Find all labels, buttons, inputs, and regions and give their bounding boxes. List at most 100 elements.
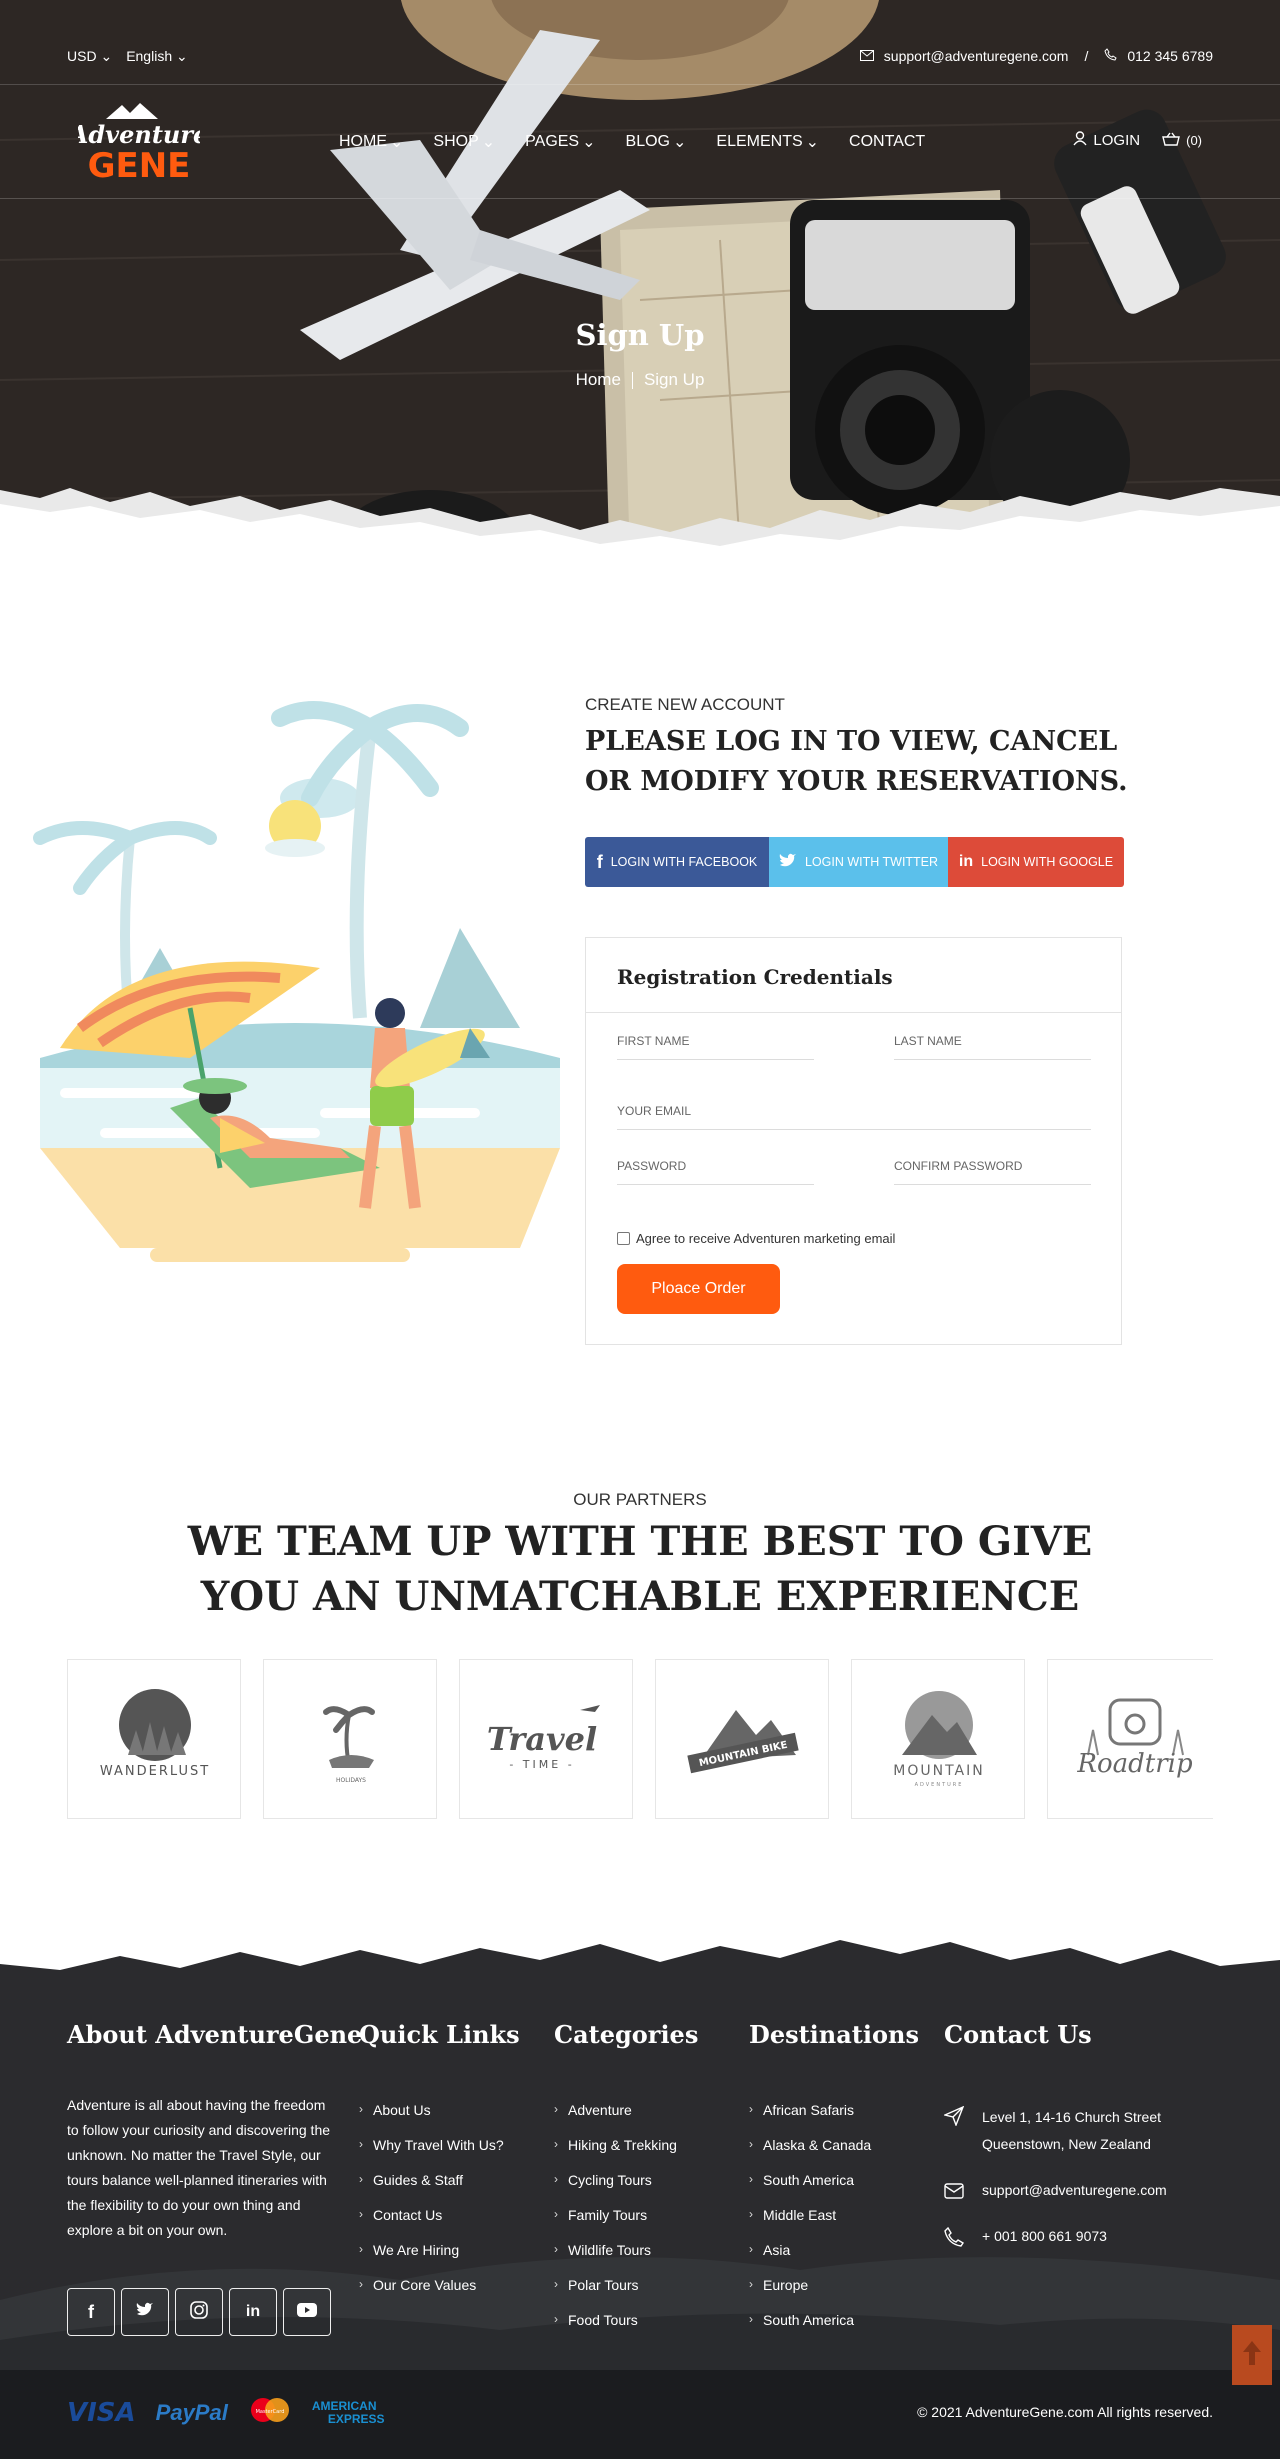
torn-paper-edge [0,488,1280,600]
paypal-logo: PayPal [155,2399,228,2425]
partner-logo-mountain-bike[interactable]: MOUNTAIN BIKE [655,1659,829,1819]
chevron-right-icon: › [554,2172,558,2186]
page-title: Sign Up [575,318,705,352]
partner-logo-holidays[interactable]: HOLIDAYS [263,1659,437,1819]
login-link[interactable]: LOGIN [1073,131,1140,150]
chevron-right-icon: › [359,2172,363,2186]
password-field[interactable]: PASSWORD [617,1151,814,1185]
confirm-password-field[interactable]: CONFIRM PASSWORD [894,1151,1091,1185]
chevron-right-icon: › [749,2172,753,2186]
nav-elements[interactable]: ELEMENTS ⌄ [716,132,819,152]
footer-link[interactable]: › Contact Us [359,2207,504,2242]
chevron-right-icon: › [359,2137,363,2151]
chevron-right-icon: › [359,2242,363,2256]
footer-link[interactable]: › Europe [749,2277,871,2312]
chevron-right-icon: › [554,2102,558,2116]
footer-link[interactable]: › South America [749,2172,871,2207]
partner-logo-roadtrip[interactable]: Roadtrip [1047,1659,1213,1819]
roadtrip-text: Roadtrip [1076,1749,1193,1779]
chevron-right-icon: › [554,2137,558,2151]
topbar-phone-link[interactable]: 012 345 6789 [1127,48,1213,64]
agree-label: Agree to receive Adventuren marketing em… [636,1231,896,1246]
topbar-email-link[interactable]: support@adventuregene.com [884,48,1069,64]
site-logo[interactable]: Adventure GENE [68,101,208,186]
instagram-link[interactable] [175,2288,223,2336]
footer-link[interactable]: › We Are Hiring [359,2242,504,2277]
footer-link[interactable]: › Family Tours [554,2207,677,2242]
beach-illustration [20,688,560,1270]
footer-link[interactable]: › Our Core Values [359,2277,504,2312]
footer-contact-heading: Contact Us [944,2020,1092,2049]
facebook-link[interactable]: f [67,2288,115,2336]
footer-link[interactable]: › Asia [749,2242,871,2277]
footer-link[interactable]: › About Us [359,2102,504,2137]
login-facebook-button[interactable]: f LOGIN WITH FACEBOOK [585,837,769,887]
partner-logo-mountain[interactable]: MOUNTAIN ADVENTURE [851,1659,1025,1819]
chevron-right-icon: › [554,2242,558,2256]
login-google-button[interactable]: in LOGIN WITH GOOGLE [948,837,1124,887]
twitter-icon [136,2302,154,2322]
breadcrumb-separator [631,372,633,390]
top-bar: USD ⌄ English ⌄ support@adventuregene.co… [0,0,1280,85]
phone-icon [1104,48,1118,64]
logo-text-adventure: Adventure [78,120,200,149]
social-login-group: f LOGIN WITH FACEBOOK LOGIN WITH TWITTER… [585,837,1124,887]
send-icon [942,2102,965,2177]
nav-pages[interactable]: PAGES ⌄ [525,132,595,152]
chevron-right-icon: › [554,2277,558,2291]
nav-blog[interactable]: BLOG ⌄ [626,132,687,152]
agree-checkbox[interactable] [617,1232,630,1245]
login-twitter-button[interactable]: LOGIN WITH TWITTER [769,837,948,887]
chevron-right-icon: › [749,2207,753,2221]
form-heading: Registration Credentials [586,938,1121,1013]
submit-button[interactable]: Ploace Order [617,1264,780,1314]
linkedin-icon: in [958,853,974,870]
footer-destinations-heading: Destinations [749,2020,919,2049]
footer-link[interactable]: › Polar Tours [554,2277,677,2312]
footer-categories-heading: Categories [554,2020,699,2049]
breadcrumb-home[interactable]: Home [576,370,621,389]
twitter-link[interactable] [121,2288,169,2336]
visa-logo: VISA [67,2397,136,2428]
primary-nav: HOME ⌄ SHOP ⌄ PAGES ⌄ BLOG ⌄ ELEMENTS ⌄ CONTA… [339,132,925,152]
footer-link[interactable]: › Hiking & Trekking [554,2137,677,2172]
footer-link[interactable]: › Guides & Staff [359,2172,504,2207]
chevron-right-icon: › [749,2137,753,2151]
first-name-field[interactable]: FIRST NAME [617,1026,814,1060]
footer-link[interactable]: › Alaska & Canada [749,2137,871,2172]
marketing-consent: Agree to receive Adventuren marketing em… [617,1231,895,1246]
footer-link[interactable]: › Food Tours [554,2312,677,2347]
footer-link[interactable]: › Cycling Tours [554,2172,677,2207]
linkedin-link[interactable]: in [229,2288,277,2336]
contact-phone[interactable]: + 001 800 661 9073 [982,2223,1107,2256]
footer-link[interactable]: › African Safaris [749,2102,871,2137]
footer-link[interactable]: › Middle East [749,2207,871,2242]
nav-shop[interactable]: SHOP ⌄ [433,132,495,152]
last-name-field[interactable]: LAST NAME [894,1026,1091,1060]
nav-contact[interactable]: CONTACT [849,132,925,152]
currency-select[interactable]: USD ⌄ [67,48,112,65]
email-field[interactable]: YOUR EMAIL [617,1096,1091,1130]
cart-link[interactable]: (0) [1162,132,1202,149]
partner-logo-travel-time[interactable]: Travel - TIME - [459,1659,633,1819]
chevron-down-icon: ⌄ [672,134,687,151]
chevron-right-icon: › [359,2277,363,2291]
chevron-down-icon: ⌄ [390,134,404,151]
footer-link[interactable]: › Why Travel With Us? [359,2137,504,2172]
registration-form: Registration Credentials FIRST NAME LAST… [585,937,1122,1345]
footer-quick-links: › About Us › Why Travel With Us? › Guides &… [359,2102,504,2312]
partners-carousel: WANDERLUST HOLIDAYS Travel - TIME - MOUN… [67,1659,1213,1819]
footer-link[interactable]: › Adventure [554,2102,677,2137]
contact-email[interactable]: support@adventuregene.com [982,2177,1167,2223]
footer-link[interactable]: › South America [749,2312,871,2347]
youtube-link[interactable] [283,2288,331,2336]
footer-contact: Level 1, 14-16 Church Street Queenstown, … [942,2102,1167,2256]
chevron-right-icon: › [359,2207,363,2221]
chevron-right-icon: › [749,2277,753,2291]
back-to-top-button[interactable] [1232,2325,1272,2385]
language-select[interactable]: English ⌄ [126,48,188,65]
partner-logo-wanderlust[interactable]: WANDERLUST [67,1659,241,1819]
footer-link[interactable]: › Wildlife Tours [554,2242,677,2277]
nav-home[interactable]: HOME ⌄ [339,132,403,152]
breadcrumb: Home Sign Up [0,370,1280,390]
